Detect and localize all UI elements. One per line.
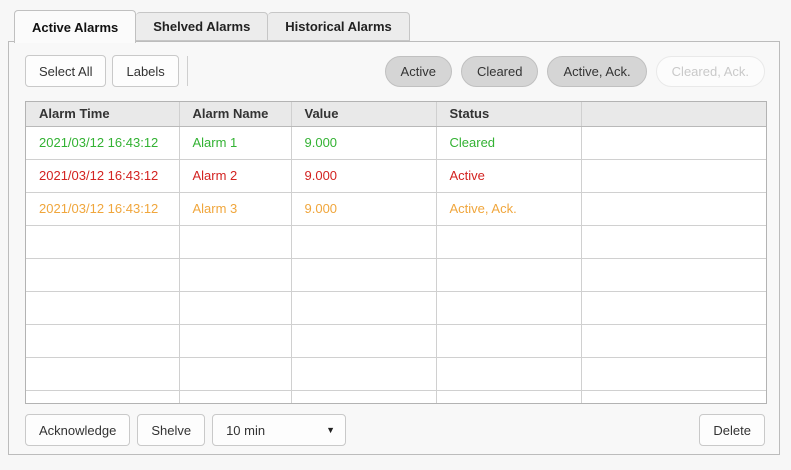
acknowledge-button[interactable]: Acknowledge bbox=[25, 414, 130, 446]
shelve-duration-value: 10 min bbox=[226, 423, 265, 438]
filter-cleared-toggle[interactable]: Cleared bbox=[461, 56, 539, 87]
filter-active-toggle[interactable]: Active bbox=[385, 56, 452, 87]
cell-value: 9.000 bbox=[291, 192, 436, 225]
delete-button[interactable]: Delete bbox=[699, 414, 765, 446]
column-header-alarm-time[interactable]: Alarm Time bbox=[26, 102, 179, 126]
tab-active-alarms[interactable]: Active Alarms bbox=[14, 10, 136, 43]
cell-alarm-name bbox=[179, 357, 291, 390]
cell-extra bbox=[581, 159, 767, 192]
cell-alarm-time bbox=[26, 324, 179, 357]
tab-historical-alarms[interactable]: Historical Alarms bbox=[268, 12, 409, 41]
cell-extra bbox=[581, 390, 767, 404]
cell-alarm-time bbox=[26, 291, 179, 324]
filter-active-ack-toggle[interactable]: Active, Ack. bbox=[547, 56, 646, 87]
cell-extra bbox=[581, 192, 767, 225]
cell-value bbox=[291, 390, 436, 404]
cell-status bbox=[436, 357, 581, 390]
cell-status bbox=[436, 291, 581, 324]
cell-alarm-time bbox=[26, 357, 179, 390]
cell-value bbox=[291, 324, 436, 357]
labels-button[interactable]: Labels bbox=[112, 55, 178, 87]
cell-alarm-name: Alarm 3 bbox=[179, 192, 291, 225]
cell-extra bbox=[581, 357, 767, 390]
alarm-toolbar: Select All Labels Active Cleared Active,… bbox=[25, 55, 765, 87]
cell-value bbox=[291, 291, 436, 324]
cell-extra bbox=[581, 126, 767, 159]
column-header-value[interactable]: Value bbox=[291, 102, 436, 126]
cell-status bbox=[436, 324, 581, 357]
table-row-empty[interactable] bbox=[26, 258, 767, 291]
table-row[interactable]: 2021/03/12 16:43:12 Alarm 3 9.000 Active… bbox=[26, 192, 767, 225]
tab-shelved-alarms[interactable]: Shelved Alarms bbox=[136, 12, 268, 41]
cell-status: Active, Ack. bbox=[436, 192, 581, 225]
cell-alarm-time: 2021/03/12 16:43:12 bbox=[26, 192, 179, 225]
cell-status: Cleared bbox=[436, 126, 581, 159]
cell-alarm-name: Alarm 1 bbox=[179, 126, 291, 159]
column-header-status[interactable]: Status bbox=[436, 102, 581, 126]
column-header-alarm-name[interactable]: Alarm Name bbox=[179, 102, 291, 126]
table-row[interactable]: 2021/03/12 16:43:12 Alarm 1 9.000 Cleare… bbox=[26, 126, 767, 159]
cell-value bbox=[291, 258, 436, 291]
cell-alarm-name bbox=[179, 324, 291, 357]
cell-alarm-name: Alarm 2 bbox=[179, 159, 291, 192]
status-filter-group: Active Cleared Active, Ack. Cleared, Ack… bbox=[385, 56, 765, 87]
cell-status: Active bbox=[436, 159, 581, 192]
alarm-table-container: Alarm Time Alarm Name Value Status 2021/… bbox=[25, 101, 767, 404]
table-row-empty[interactable] bbox=[26, 225, 767, 258]
toolbar-divider bbox=[187, 56, 188, 86]
cell-alarm-time bbox=[26, 258, 179, 291]
filter-cleared-ack-toggle[interactable]: Cleared, Ack. bbox=[656, 56, 765, 87]
table-row-empty[interactable] bbox=[26, 357, 767, 390]
cell-value: 9.000 bbox=[291, 159, 436, 192]
cell-alarm-name bbox=[179, 390, 291, 404]
cell-extra bbox=[581, 291, 767, 324]
cell-alarm-time: 2021/03/12 16:43:12 bbox=[26, 159, 179, 192]
cell-status bbox=[436, 390, 581, 404]
table-row-empty[interactable] bbox=[26, 324, 767, 357]
alarm-table-header-row: Alarm Time Alarm Name Value Status bbox=[26, 102, 767, 126]
select-all-button[interactable]: Select All bbox=[25, 55, 106, 87]
chevron-down-icon: ▼ bbox=[326, 425, 335, 435]
cell-alarm-name bbox=[179, 225, 291, 258]
table-row[interactable]: 2021/03/12 16:43:12 Alarm 2 9.000 Active bbox=[26, 159, 767, 192]
cell-alarm-name bbox=[179, 291, 291, 324]
cell-alarm-time bbox=[26, 390, 179, 404]
cell-extra bbox=[581, 225, 767, 258]
active-alarms-panel: Select All Labels Active Cleared Active,… bbox=[8, 41, 780, 455]
tab-bar: Active Alarms Shelved Alarms Historical … bbox=[14, 10, 410, 41]
cell-extra bbox=[581, 324, 767, 357]
column-header-extra bbox=[581, 102, 767, 126]
cell-extra bbox=[581, 258, 767, 291]
cell-alarm-name bbox=[179, 258, 291, 291]
shelve-duration-select[interactable]: 10 min ▼ bbox=[212, 414, 346, 446]
alarm-table: Alarm Time Alarm Name Value Status 2021/… bbox=[26, 102, 767, 404]
cell-status bbox=[436, 258, 581, 291]
cell-value bbox=[291, 357, 436, 390]
alarm-actions-bar: Acknowledge Shelve 10 min ▼ Delete bbox=[25, 414, 765, 446]
cell-alarm-time bbox=[26, 225, 179, 258]
cell-alarm-time: 2021/03/12 16:43:12 bbox=[26, 126, 179, 159]
table-row-empty[interactable] bbox=[26, 291, 767, 324]
table-row-empty[interactable] bbox=[26, 390, 767, 404]
shelve-button[interactable]: Shelve bbox=[137, 414, 205, 446]
cell-status bbox=[436, 225, 581, 258]
cell-value bbox=[291, 225, 436, 258]
cell-value: 9.000 bbox=[291, 126, 436, 159]
